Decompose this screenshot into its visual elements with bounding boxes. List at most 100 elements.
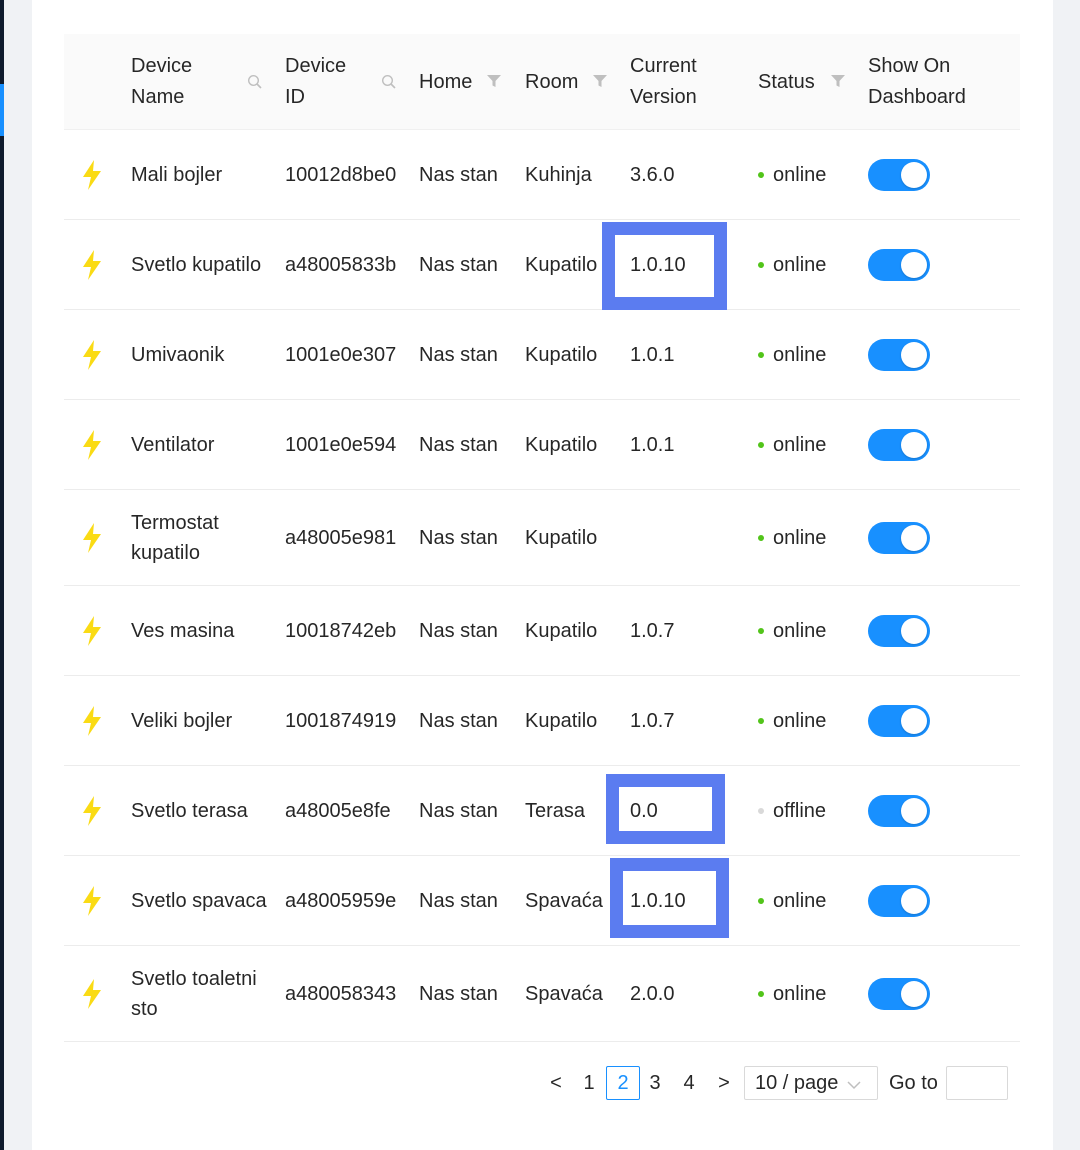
pagination-page-2[interactable]: 2 (606, 1066, 640, 1100)
home-name: Nas stan (419, 433, 498, 456)
show-on-dashboard-toggle[interactable] (868, 794, 930, 827)
device-name: Svetlo toaletni sto (131, 967, 257, 1020)
status-text: online (773, 526, 827, 549)
lightning-bolt-icon (82, 429, 102, 460)
search-icon[interactable] (247, 74, 263, 95)
device-name: Mali bojler (131, 163, 223, 186)
device-name: Svetlo terasa (131, 799, 248, 822)
pagination-page-4[interactable]: 4 (678, 1066, 700, 1100)
room-name: Spavaća (525, 889, 603, 912)
lightning-bolt-icon (82, 885, 102, 916)
home-name: Nas stan (419, 526, 498, 549)
home-name: Nas stan (419, 343, 498, 366)
column-header-label: Device ID (285, 55, 347, 108)
table-header: Device Name Device ID Home Room Current Vers… (64, 34, 1020, 130)
version-highlight-box (610, 858, 729, 938)
goto-label: Go to (889, 1071, 938, 1094)
lightning-bolt-icon (82, 795, 102, 826)
room-name: Spavaća (525, 982, 603, 1005)
page-size-value: 10 / page (755, 1071, 839, 1094)
table-row: Mali bojler 10012d8be0 Nas stan Kuhinja 3.6.… (64, 130, 1020, 220)
table-row: Ventilator 1001e0e594 Nas stan Kupatilo 1.0.… (64, 400, 1020, 490)
column-header[interactable]: Device Name (131, 34, 192, 130)
room-name: Kupatilo (525, 433, 598, 456)
room-name: Kupatilo (525, 343, 598, 366)
status-text: online (773, 163, 827, 186)
table-row: Svetlo terasa a48005e8fe Nas stan Terasa 0.0… (64, 766, 1020, 856)
status-text: online (773, 619, 827, 642)
table-row: Svetlo spavaca a48005959e Nas stan Spavaća 1… (64, 856, 1020, 946)
device-name: Veliki bojler (131, 709, 233, 732)
status-cell: online (758, 310, 826, 399)
room-name: Kupatilo (525, 253, 598, 276)
current-version: 1.0.1 (630, 433, 675, 456)
goto-input[interactable] (946, 1066, 1008, 1100)
status-dot-icon (758, 897, 764, 904)
show-on-dashboard-toggle[interactable] (868, 428, 930, 461)
home-name: Nas stan (419, 709, 498, 732)
current-version: 2.0.0 (630, 982, 675, 1005)
column-header[interactable]: Device ID (285, 34, 346, 130)
device-name: Umivaonik (131, 343, 225, 366)
column-header[interactable]: Room (525, 34, 578, 130)
column-header-label: Current Version (630, 55, 697, 108)
show-on-dashboard-toggle[interactable] (868, 158, 930, 191)
status-cell: online (758, 400, 826, 489)
filter-icon[interactable] (830, 74, 846, 93)
filter-icon[interactable] (486, 74, 502, 93)
device-id: a48005e981 (285, 526, 397, 549)
current-version: 1.0.7 (630, 709, 675, 732)
status-text: online (773, 982, 827, 1005)
show-on-dashboard-toggle[interactable] (868, 248, 930, 281)
status-dot-icon (758, 807, 764, 814)
device-id: 1001874919 (285, 709, 397, 732)
status-cell: online (758, 490, 826, 585)
device-name: Svetlo spavaca (131, 889, 267, 912)
status-cell: online (758, 586, 826, 675)
column-header[interactable]: Home (419, 34, 472, 130)
pagination-next-button[interactable]: > (712, 1066, 736, 1100)
column-header[interactable]: Status (758, 34, 815, 130)
pagination-page-1[interactable]: 1 (578, 1066, 600, 1100)
home-name: Nas stan (419, 163, 498, 186)
home-name: Nas stan (419, 799, 498, 822)
show-on-dashboard-toggle[interactable] (868, 338, 930, 371)
status-cell: online (758, 220, 826, 309)
column-header-label: Status (758, 70, 815, 93)
current-version: 1.0.1 (630, 343, 675, 366)
show-on-dashboard-toggle[interactable] (868, 884, 930, 917)
status-text: online (773, 253, 827, 276)
show-on-dashboard-toggle[interactable] (868, 521, 930, 554)
status-dot-icon (758, 441, 764, 448)
search-icon[interactable] (381, 74, 397, 95)
filter-icon[interactable] (592, 74, 608, 93)
home-name: Nas stan (419, 982, 498, 1005)
pagination-prev-button[interactable]: < (544, 1066, 568, 1100)
status-cell: online (758, 130, 826, 219)
column-header-label: Device Name (131, 55, 193, 108)
status-cell: online (758, 676, 826, 765)
home-name: Nas stan (419, 619, 498, 642)
status-dot-icon (758, 627, 764, 634)
status-cell: offline (758, 766, 826, 855)
device-id: a48005959e (285, 889, 397, 912)
toggle-knob (901, 887, 927, 914)
toggle-knob (901, 161, 927, 188)
status-dot-icon (758, 261, 764, 268)
status-text: online (773, 343, 827, 366)
lightning-bolt-icon (82, 249, 102, 280)
page-size-select[interactable]: 10 / page (744, 1066, 878, 1100)
column-header-label: Show On Dashboard (868, 55, 966, 108)
version-highlight-box (602, 222, 727, 310)
version-highlight-box (606, 774, 725, 844)
status-dot-icon (758, 717, 764, 724)
column-header-label: Room (525, 70, 579, 93)
status-text: online (773, 433, 827, 456)
device-name: Termostat kupatilo (131, 511, 219, 564)
show-on-dashboard-toggle[interactable] (868, 977, 930, 1010)
pagination-page-3[interactable]: 3 (644, 1066, 666, 1100)
show-on-dashboard-toggle[interactable] (868, 614, 930, 647)
column-header: Show On Dashboard (868, 34, 966, 130)
show-on-dashboard-toggle[interactable] (868, 704, 930, 737)
status-dot-icon (758, 990, 764, 997)
